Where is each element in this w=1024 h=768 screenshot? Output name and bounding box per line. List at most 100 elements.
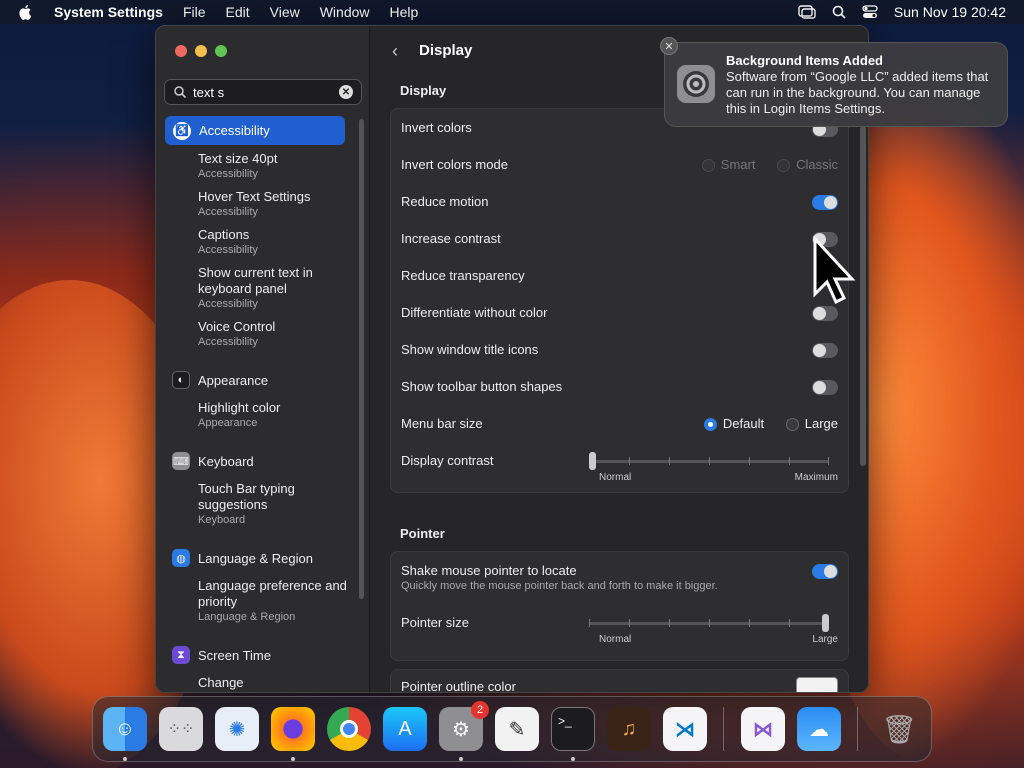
menu-app-name[interactable]: System Settings: [54, 4, 163, 20]
app-store-icon[interactable]: A: [383, 707, 427, 751]
main-scrollbar[interactable]: [860, 126, 866, 466]
toolbar-shapes-label: Show toolbar button shapes: [401, 379, 563, 394]
display-contrast-knob[interactable]: [589, 452, 596, 470]
terminal-icon[interactable]: >_: [551, 707, 595, 751]
search-result[interactable]: Highlight color Appearance: [198, 400, 348, 430]
notification-banner[interactable]: ✕ Background Items Added Software from “…: [660, 37, 1008, 127]
visual-studio-icon[interactable]: ⋈: [741, 707, 785, 751]
pointer-size-knob[interactable]: [822, 614, 829, 632]
invert-mode-options: Smart Classic: [701, 157, 838, 173]
menu-help[interactable]: Help: [390, 4, 419, 20]
sidebar-item-keyboard[interactable]: ⌨ Keyboard: [172, 452, 254, 470]
menu-bar-large-label: Large: [804, 416, 838, 431]
back-chevron-icon[interactable]: ‹: [392, 41, 398, 62]
menu-bar-default-radio[interactable]: [703, 418, 717, 432]
close-window-button[interactable]: [175, 45, 187, 57]
sidebar: text s ✕ ♿ Accessibility Text size 40pt …: [156, 26, 370, 692]
appearance-icon: ◐: [172, 371, 190, 389]
invert-classic-radio[interactable]: [777, 159, 791, 173]
result-title: Show current text in keyboard panel: [198, 265, 313, 296]
search-result[interactable]: Language preference and priority Languag…: [198, 578, 348, 624]
apple-icon[interactable]: [18, 4, 34, 20]
system-settings-icon[interactable]: ⚙ 2: [439, 701, 489, 751]
close-notification-icon[interactable]: ✕: [660, 37, 678, 55]
reduce-motion-toggle[interactable]: [812, 195, 838, 210]
shake-toggle[interactable]: [812, 564, 838, 579]
garageband-icon[interactable]: ♫: [607, 707, 651, 751]
menu-window[interactable]: Window: [320, 4, 370, 20]
search-result[interactable]: Text size 40pt Accessibility: [198, 151, 348, 181]
sidebar-item-screen-time[interactable]: ⧗ Screen Time: [172, 646, 271, 664]
finder-icon[interactable]: ☺: [103, 707, 147, 751]
menu-edit[interactable]: Edit: [226, 4, 250, 20]
dock: ☺ ⁘⁘ ✺ A ⚙ 2 ✎ >_ ♫ ⋊ ⋈ ☁ 🗑: [92, 696, 932, 762]
increase-contrast-row: Increase contrast: [401, 231, 838, 247]
result-title: Language preference and priority: [198, 578, 347, 609]
screen-mirroring-icon[interactable]: [798, 5, 816, 19]
pointer-size-slider[interactable]: [589, 614, 829, 632]
result-subtitle: Language & Region: [198, 611, 296, 623]
differentiate-toggle[interactable]: [812, 306, 838, 321]
result-subtitle: Accessibility: [198, 298, 258, 310]
menu-bar-size-options: Default Large: [703, 416, 838, 432]
display-contrast-slider[interactable]: [589, 452, 829, 470]
sidebar-item-language-region[interactable]: ◍ Language & Region: [172, 549, 313, 567]
search-result[interactable]: Change: [198, 675, 348, 691]
zoom-window-button[interactable]: [215, 45, 227, 57]
sidebar-item-label: Language & Region: [198, 550, 313, 566]
sidebar-item-appearance[interactable]: ◐ Appearance: [172, 371, 268, 389]
globe-icon: ◍: [172, 549, 190, 567]
trash-icon[interactable]: 🗑: [877, 707, 921, 751]
minimize-window-button[interactable]: [195, 45, 207, 57]
toolbar-shapes-toggle[interactable]: [812, 380, 838, 395]
window-title-icons-toggle[interactable]: [812, 343, 838, 358]
increase-contrast-label: Increase contrast: [401, 231, 501, 246]
search-result[interactable]: Hover Text Settings Accessibility: [198, 189, 348, 219]
shake-description: Quickly move the mouse pointer back and …: [401, 580, 718, 592]
notification-title: Background Items Added: [726, 53, 883, 68]
contrast-max-label: Maximum: [794, 472, 838, 483]
chrome-icon[interactable]: [327, 707, 371, 751]
reduce-transparency-label: Reduce transparency: [401, 268, 525, 283]
search-input[interactable]: text s: [193, 85, 224, 100]
invert-mode-row: Invert colors mode Smart Classic: [401, 157, 838, 173]
pointer-outline-color-well[interactable]: [796, 677, 838, 692]
sidebar-item-label: Keyboard: [198, 453, 254, 469]
page-title: Display: [419, 42, 473, 59]
sidebar-item-accessibility[interactable]: ♿ Accessibility: [165, 116, 345, 145]
search-field[interactable]: text s ✕: [164, 79, 362, 105]
pointer-size-label: Pointer size: [401, 615, 469, 630]
launchpad-icon[interactable]: ⁘⁘: [159, 707, 203, 751]
hourglass-icon: ⧗: [172, 646, 190, 664]
invert-smart-label: Smart: [720, 157, 756, 172]
system-settings-icon: [677, 65, 715, 103]
menu-file[interactable]: File: [183, 4, 206, 20]
safari-icon[interactable]: ✺: [215, 707, 259, 751]
pointer-outline-row: Pointer outline color: [401, 677, 838, 692]
search-result[interactable]: Show current text in keyboard panel Acce…: [198, 265, 348, 311]
display-settings-group: Invert colors Invert colors mode Smart C…: [390, 108, 849, 493]
result-subtitle: Accessibility: [198, 244, 258, 256]
spotlight-search-icon[interactable]: [832, 5, 846, 19]
vscode-icon[interactable]: ⋊: [663, 707, 707, 751]
invert-mode-label: Invert colors mode: [401, 157, 508, 172]
textedit-icon[interactable]: ✎: [495, 707, 539, 751]
invert-smart-radio[interactable]: [701, 159, 715, 173]
weather-icon[interactable]: ☁: [797, 707, 841, 751]
menu-bar-large-radio[interactable]: [785, 418, 799, 432]
differentiate-label: Differentiate without color: [401, 305, 548, 320]
menu-clock[interactable]: Sun Nov 19 20:42: [894, 4, 1006, 20]
pointer-outline-group: Pointer outline color: [390, 669, 849, 692]
clear-search-icon[interactable]: ✕: [339, 85, 353, 99]
menu-view[interactable]: View: [270, 4, 300, 20]
sidebar-scrollbar[interactable]: [359, 119, 364, 599]
search-result[interactable]: Captions Accessibility: [198, 227, 348, 257]
search-result[interactable]: Voice Control Accessibility: [198, 319, 348, 349]
result-title: Touch Bar typing suggestions: [198, 481, 295, 512]
control-center-icon[interactable]: [862, 5, 878, 19]
pointer-max-label: Large: [812, 634, 838, 645]
toolbar-shapes-row: Show toolbar button shapes: [401, 379, 838, 395]
search-result[interactable]: Touch Bar typing suggestions Keyboard: [198, 481, 348, 527]
firefox-icon[interactable]: [271, 707, 315, 751]
display-contrast-label: Display contrast: [401, 453, 494, 468]
